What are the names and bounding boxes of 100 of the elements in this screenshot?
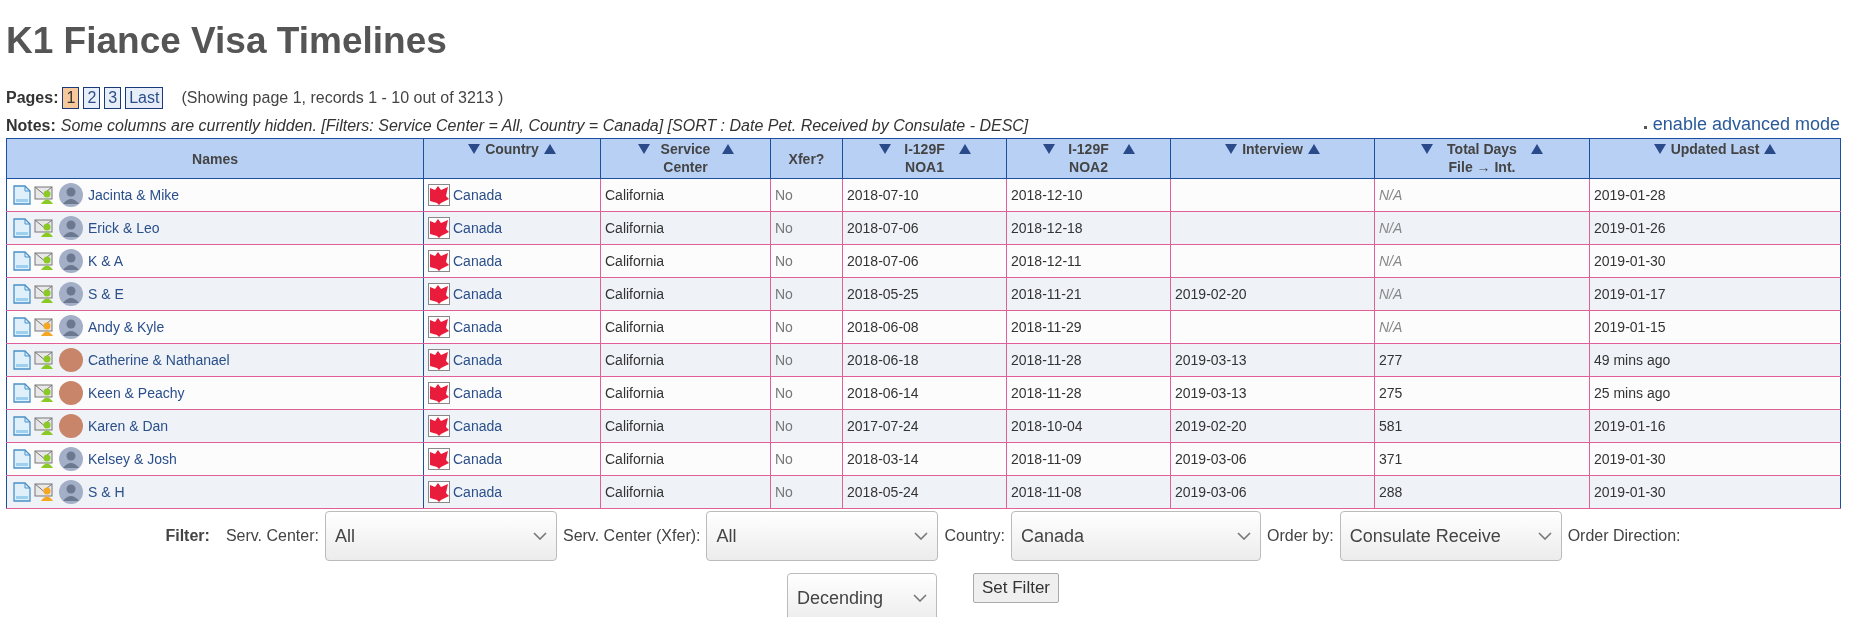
- document-icon: [13, 383, 31, 403]
- sort-descending-icon[interactable]: [636, 142, 651, 156]
- column-header[interactable]: Interview: [1242, 140, 1303, 158]
- country-link[interactable]: Canada: [453, 448, 503, 470]
- page-link[interactable]: 1: [62, 87, 80, 109]
- filter-field-label: Country:: [944, 526, 1005, 546]
- column-header[interactable]: Country: [485, 140, 539, 158]
- country-link[interactable]: Canada: [453, 382, 503, 404]
- table-cell: N/A: [1374, 310, 1590, 344]
- table-cell: 2018-12-18: [1006, 211, 1171, 245]
- set-filter-button[interactable]: Set Filter: [973, 573, 1059, 603]
- page-link[interactable]: Last: [125, 87, 164, 109]
- flag-icon: [428, 382, 450, 404]
- column-header: Xfer?: [788, 151, 825, 167]
- filter-dropdown[interactable]: All: [324, 511, 557, 561]
- table-cell: 2018-06-14: [842, 376, 1007, 410]
- sort-descending-icon[interactable]: [1420, 142, 1434, 156]
- table-cell: No: [770, 211, 843, 245]
- flag-icon: [428, 448, 450, 470]
- table-cell: California: [600, 442, 771, 476]
- sort-ascending-icon[interactable]: [1306, 142, 1321, 156]
- sort-descending-icon[interactable]: [877, 142, 892, 156]
- table-cell: California: [600, 211, 771, 245]
- advanced-mode-link[interactable]: enable advanced mode: [1652, 111, 1840, 138]
- sort-descending-icon[interactable]: [1041, 142, 1056, 156]
- country-link[interactable]: Canada: [453, 481, 503, 503]
- table-cell: 2019-03-13: [1170, 376, 1375, 410]
- table-cell: 2019-01-30: [1589, 244, 1841, 278]
- sort-ascending-icon[interactable]: [957, 142, 972, 156]
- filter-dropdown[interactable]: Consulate Receive: [1339, 511, 1562, 561]
- flag-icon: [428, 481, 450, 503]
- names-link[interactable]: Andy & Kyle: [88, 316, 165, 338]
- sort-ascending-icon[interactable]: [542, 142, 557, 156]
- mail-person-icon: [34, 416, 56, 436]
- mail-person-icon: [34, 218, 56, 238]
- names-link[interactable]: K & A: [88, 250, 124, 272]
- table-cell: No: [770, 376, 843, 410]
- sort-descending-icon[interactable]: [1224, 142, 1239, 156]
- country-link[interactable]: Canada: [453, 349, 503, 371]
- table-cell: 2018-11-28: [1006, 376, 1171, 410]
- filter-dropdown[interactable]: All: [706, 511, 939, 561]
- names-link[interactable]: Karen & Dan: [88, 415, 169, 437]
- document-icon: [13, 185, 31, 205]
- document-icon: [13, 482, 31, 502]
- chevron-down-icon: [532, 532, 547, 540]
- filter-dropdown[interactable]: Decending: [787, 573, 937, 617]
- table-cell: 2019-01-28: [1589, 178, 1841, 212]
- table-cell: 2019-01-15: [1589, 310, 1841, 344]
- names-link[interactable]: Erick & Leo: [88, 217, 160, 239]
- table-cell: 2019-01-16: [1589, 409, 1841, 443]
- table-cell: 2018-10-04: [1006, 409, 1171, 443]
- table-cell: 2019-03-06: [1170, 475, 1375, 509]
- table-cell: No: [770, 343, 843, 377]
- mail-person-icon: [34, 251, 56, 271]
- flag-icon: [428, 184, 450, 206]
- filter-dropdown[interactable]: Canada: [1010, 511, 1261, 561]
- table-cell: N/A: [1374, 178, 1590, 212]
- page-link[interactable]: 2: [83, 87, 101, 109]
- names-link[interactable]: S & E: [88, 283, 124, 305]
- country-link[interactable]: Canada: [453, 283, 503, 305]
- sort-ascending-icon[interactable]: [1530, 142, 1544, 156]
- table-cell: California: [600, 178, 771, 212]
- table-cell: 2018-05-25: [842, 277, 1007, 311]
- mail-person-icon: [34, 383, 56, 403]
- country-link[interactable]: Canada: [453, 415, 503, 437]
- table-cell: 2019-01-26: [1589, 211, 1841, 245]
- sort-ascending-icon[interactable]: [1121, 142, 1136, 156]
- mail-person-icon: [34, 317, 56, 337]
- sort-descending-icon[interactable]: [467, 142, 482, 156]
- mail-person-icon: [34, 449, 56, 469]
- names-link[interactable]: Kelsey & Josh: [88, 448, 177, 470]
- names-link[interactable]: Jacinta & Mike: [88, 184, 180, 206]
- page-title: K1 Fiance Visa Timelines: [6, 22, 448, 59]
- page-link[interactable]: 3: [104, 87, 122, 109]
- table-cell: 581: [1374, 409, 1590, 443]
- table-cell: 288: [1374, 475, 1590, 509]
- table-cell: 277: [1374, 343, 1590, 377]
- document-icon: [13, 416, 31, 436]
- sort-descending-icon[interactable]: [1652, 142, 1667, 156]
- names-link[interactable]: S & H: [88, 481, 125, 503]
- sort-ascending-icon[interactable]: [720, 142, 735, 156]
- table-cell: N/A: [1374, 244, 1590, 278]
- country-link[interactable]: Canada: [453, 316, 503, 338]
- filter-field-label: Serv. Center:: [225, 526, 319, 546]
- mail-person-icon: [34, 350, 56, 370]
- country-link[interactable]: Canada: [453, 217, 503, 239]
- country-link[interactable]: Canada: [453, 184, 503, 206]
- notes-label: Notes:: [6, 116, 56, 136]
- table-cell: 2017-07-24: [842, 409, 1007, 443]
- sort-ascending-icon[interactable]: [1763, 142, 1778, 156]
- table-cell: 2019-02-20: [1170, 277, 1375, 311]
- column-header[interactable]: Updated Last: [1670, 140, 1760, 158]
- table-cell: 25 mins ago: [1589, 376, 1841, 410]
- names-link[interactable]: Keen & Peachy: [88, 382, 185, 404]
- country-link[interactable]: Canada: [453, 250, 503, 272]
- names-link[interactable]: Catherine & Nathanael: [88, 349, 230, 371]
- table-cell: California: [600, 277, 771, 311]
- table-cell: 371: [1374, 442, 1590, 476]
- mail-person-icon: [34, 482, 56, 502]
- mail-person-icon: [34, 185, 56, 205]
